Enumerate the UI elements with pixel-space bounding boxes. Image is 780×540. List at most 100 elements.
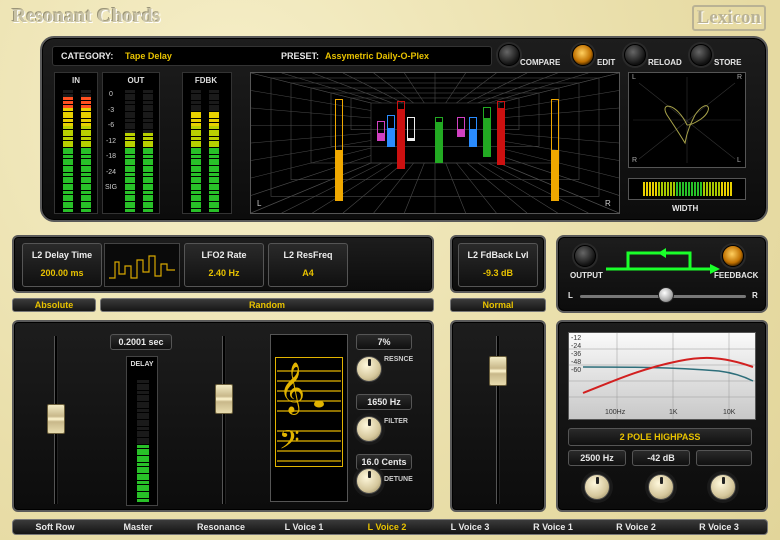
tab-l-voice-3[interactable]: L Voice 3 — [430, 522, 510, 532]
filter-knob[interactable] — [356, 416, 382, 442]
meter-segment — [63, 90, 73, 94]
meter-segment — [143, 90, 153, 94]
meter-segment — [143, 151, 153, 155]
meter-segment — [191, 137, 201, 140]
meter-segment — [191, 115, 201, 119]
meter-segment — [137, 398, 149, 402]
filter-gain-knob[interactable] — [648, 474, 674, 500]
meter-segment — [143, 180, 153, 184]
meter-segment — [81, 115, 91, 119]
meter-segment — [63, 194, 73, 198]
store-button[interactable] — [690, 44, 712, 66]
meter-segment — [137, 470, 149, 474]
filter-freq-display[interactable]: 2500 Hz — [568, 450, 626, 466]
top-panel: CATEGORY: Tape Delay PRESET: Assymetric … — [40, 36, 768, 222]
width-segment — [643, 182, 645, 196]
meter-segment — [81, 104, 91, 108]
tab-r-voice-2[interactable]: R Voice 2 — [596, 522, 676, 532]
lfo2-rate[interactable]: LFO2 Rate 2.40 Hz — [184, 243, 264, 287]
voice-bar[interactable] — [469, 117, 477, 147]
meter-segment — [191, 133, 201, 137]
width-label: WIDTH — [672, 204, 699, 213]
filter-q-knob[interactable] — [710, 474, 736, 500]
meter-segment — [63, 111, 73, 115]
meter-segment — [125, 93, 135, 97]
delay-label: DELAY — [130, 361, 154, 368]
meter-segment — [81, 108, 91, 112]
meter-segment — [63, 198, 73, 202]
normal-mode[interactable]: Normal — [450, 298, 546, 312]
meter-segment — [191, 165, 201, 169]
tab-l-voice-1[interactable]: L Voice 1 — [264, 522, 344, 532]
tab-r-voice-3[interactable]: R Voice 3 — [679, 522, 759, 532]
tab-soft-row[interactable]: Soft Row — [15, 522, 95, 532]
voice-bar[interactable] — [397, 101, 405, 169]
meter-segment — [209, 187, 219, 191]
voice-bar[interactable] — [377, 121, 385, 141]
random-mode[interactable]: Random — [100, 298, 434, 312]
edit-button[interactable] — [572, 44, 594, 66]
meter-segment — [137, 477, 149, 481]
l2-resfreq[interactable]: L2 ResFreq A4 — [268, 243, 348, 287]
tab-r-voice-1[interactable]: R Voice 1 — [513, 522, 593, 532]
meter-segment — [125, 137, 135, 140]
resonance-fader-track[interactable] — [222, 336, 226, 504]
voice-bar[interactable] — [335, 99, 343, 201]
category-display[interactable]: CATEGORY: Tape Delay PRESET: Assymetric … — [52, 46, 492, 66]
stage-right-label: R — [605, 199, 611, 208]
fdback-fader[interactable] — [489, 356, 507, 386]
reload-button[interactable] — [624, 44, 646, 66]
out-label: OUT — [127, 76, 145, 85]
meter-segment — [125, 111, 135, 115]
tab-resonance[interactable]: Resonance — [181, 522, 261, 532]
output-button[interactable] — [574, 245, 596, 267]
soft-row-fader[interactable] — [47, 404, 65, 434]
meter-segment — [209, 201, 219, 205]
voice-bar-fill — [436, 122, 442, 162]
filter-freq-knob[interactable] — [584, 474, 610, 500]
meter-segment — [63, 97, 73, 101]
resonance-fader[interactable] — [215, 384, 233, 414]
width-segment — [694, 182, 696, 196]
meter-segment — [209, 165, 219, 169]
pan-slider-knob[interactable] — [658, 287, 675, 303]
detune-knob[interactable] — [356, 468, 382, 494]
meter-segment — [125, 194, 135, 198]
absolute-mode[interactable]: Absolute — [12, 298, 96, 312]
lfo-waveform-icon[interactable] — [104, 243, 180, 287]
pan-r-label: R — [752, 291, 758, 300]
tab-master[interactable]: Master — [98, 522, 178, 532]
meter-segment — [137, 427, 149, 430]
l2-resfreq-label: L2 ResFreq — [283, 250, 333, 260]
meter-segment — [63, 93, 73, 97]
filter-type-display[interactable]: 2 POLE HIGHPASS — [568, 428, 752, 446]
meter-segment — [191, 180, 201, 184]
voice-bar[interactable] — [435, 117, 443, 163]
width-segment — [646, 182, 648, 196]
meter-segment — [63, 137, 73, 140]
meter-segment — [191, 111, 201, 115]
filter-gain-display[interactable]: -42 dB — [632, 450, 690, 466]
meter-segment — [63, 119, 73, 122]
tab-l-voice-2[interactable]: L Voice 2 — [347, 522, 427, 532]
voice-bar[interactable] — [483, 107, 491, 157]
filter-extra-display[interactable] — [696, 450, 752, 466]
meter-segment — [125, 129, 135, 133]
voice-bar[interactable] — [457, 117, 465, 137]
meter-scale-tick: -18 — [105, 153, 117, 160]
voice-bar[interactable] — [551, 99, 559, 201]
l2-fdback-value: -9.3 dB — [482, 268, 513, 278]
voice-bar[interactable] — [497, 101, 505, 165]
voice-stage[interactable]: L R — [250, 72, 620, 214]
l2-fdback-lvl[interactable]: L2 FdBack Lvl -9.3 dB — [458, 243, 538, 287]
feedback-button[interactable] — [722, 245, 744, 267]
voice-bar[interactable] — [407, 117, 415, 141]
pitch-staff[interactable]: 𝄞 𝄢 — [270, 334, 348, 502]
meter-segment — [209, 137, 219, 140]
voice-bar[interactable] — [387, 115, 395, 147]
meter-segment — [191, 108, 201, 112]
fdback-fader-panel — [450, 320, 546, 512]
l2-delay-time[interactable]: L2 Delay Time 200.00 ms — [22, 243, 102, 287]
resonance-knob[interactable] — [356, 356, 382, 382]
compare-button[interactable] — [498, 44, 520, 66]
